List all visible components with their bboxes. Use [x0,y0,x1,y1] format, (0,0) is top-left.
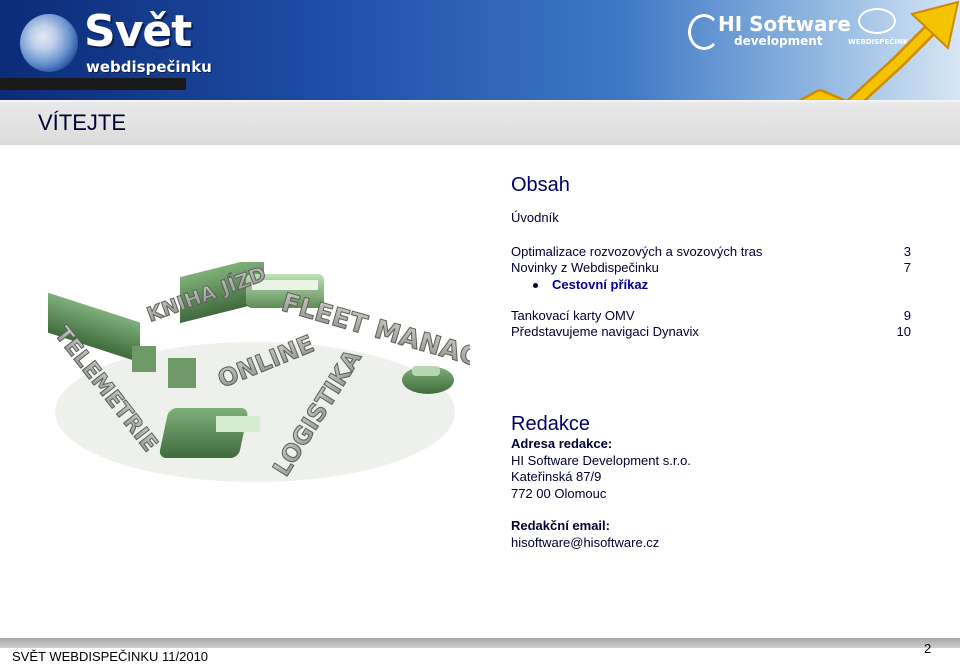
toc-entry: Optimalizace rozvozových a svozových tra… [511,244,911,260]
city-address: 772 00 Olomouc [511,485,607,501]
logo-title: Svět [84,6,192,57]
toc-entry-label: Tankovací karty OMV [511,308,635,323]
toc-entry: Tankovací karty OMV 9 [511,308,911,324]
toc-entry: Představujeme navigaci Dynavix 10 [511,324,911,340]
toc-entry-page: 7 [903,260,911,275]
page-number: 2 [924,641,932,656]
car-right [402,366,454,394]
bullet-icon [533,283,538,288]
toc-entry-label: Představujeme navigaci Dynavix [511,324,699,339]
email-address: hisoftware@hisoftware.cz [511,534,660,550]
toc-entry: Novinky z Webdispečinku 7 [511,260,911,276]
footer-bar [0,638,960,648]
growth-arrow-icon [798,0,960,100]
company-name: HI Software Development s.r.o. [511,452,691,468]
table-of-contents: Obsah Úvodník Optimalizace rozvozových a… [511,172,911,340]
street-address: Kateřinská 87/9 [511,469,602,484]
toc-entry-page: 9 [903,308,911,323]
email-label: Redakční email: [511,518,610,533]
toc-heading: Obsah [511,174,570,196]
header-banner: Svět webdispečinku HI Software developme… [0,0,960,100]
address-label: Adresa redakce: [511,436,613,451]
toc-entry-label: Optimalizace rozvozových a svozových tra… [511,244,763,259]
title-strip: VÍTEJTE [0,100,960,145]
logo-underbar [0,78,186,90]
toc-sub-entry: Cestovní příkaz [511,276,911,294]
page-title: VÍTEJTE [38,110,127,135]
editorial-heading: Redakce [511,413,590,435]
toc-entry-label: Novinky z Webdispečinku [511,260,659,275]
hi-software-mark-icon [688,14,720,50]
editorial-info: Redakce Adresa redakce: HI Software Deve… [511,412,911,551]
globe-icon [20,14,78,72]
footer-text: SVĚT WEBDISPEČINKU 11/2010 [12,649,209,664]
fleet-illustration: KNIHA JÍZD FLEET MANAGEMENT TELEMETRIE O… [48,262,470,482]
toc-sub-entry-label: Cestovní příkaz [552,277,649,292]
toc-intro: Úvodník [511,210,559,225]
toc-entry-page: 10 [896,324,911,339]
toc-entry-page: 3 [903,244,911,259]
logo-subtitle: webdispečinku [86,58,212,76]
